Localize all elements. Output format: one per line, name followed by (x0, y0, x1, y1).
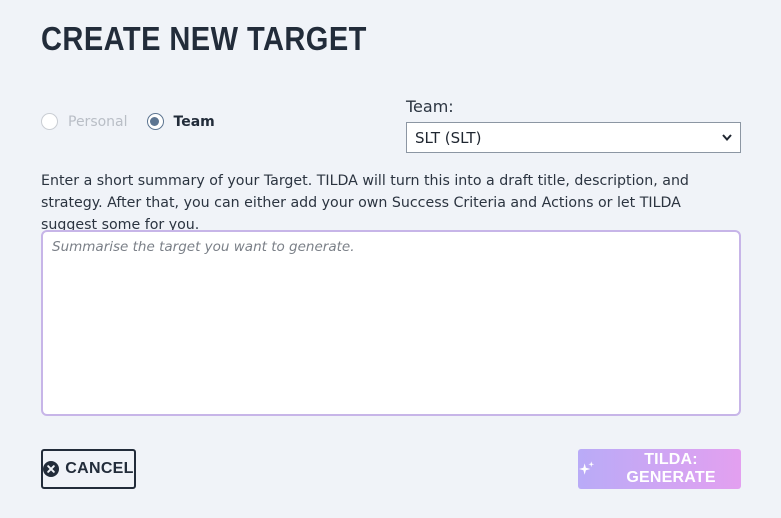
page-title: CREATE NEW TARGET (41, 20, 367, 57)
radio-team-label: Team (173, 113, 215, 130)
cancel-button-label: CANCEL (65, 460, 134, 477)
instructions-text: Enter a short summary of your Target. TI… (41, 173, 689, 233)
team-select[interactable]: SLT (SLT) (406, 122, 741, 153)
radio-team[interactable]: Team (146, 113, 215, 130)
team-select-label: Team: (406, 97, 454, 116)
cancel-button[interactable]: CANCEL (41, 449, 136, 489)
summary-textarea[interactable] (41, 230, 741, 416)
radio-team-circle[interactable] (146, 113, 164, 130)
chevron-down-icon (722, 134, 732, 141)
close-circle-icon (43, 461, 60, 477)
radio-personal-label: Personal (68, 113, 128, 130)
tilda-generate-button[interactable]: TILDA: GENERATE (578, 449, 741, 489)
target-type-radio-group: Personal Team (41, 113, 215, 130)
sparkle-icon (578, 461, 595, 475)
tilda-generate-button-label: TILDA: GENERATE (626, 451, 716, 486)
team-select-value: SLT (SLT) (415, 128, 482, 147)
radio-personal-circle[interactable] (41, 113, 58, 130)
radio-personal[interactable]: Personal (41, 113, 128, 130)
